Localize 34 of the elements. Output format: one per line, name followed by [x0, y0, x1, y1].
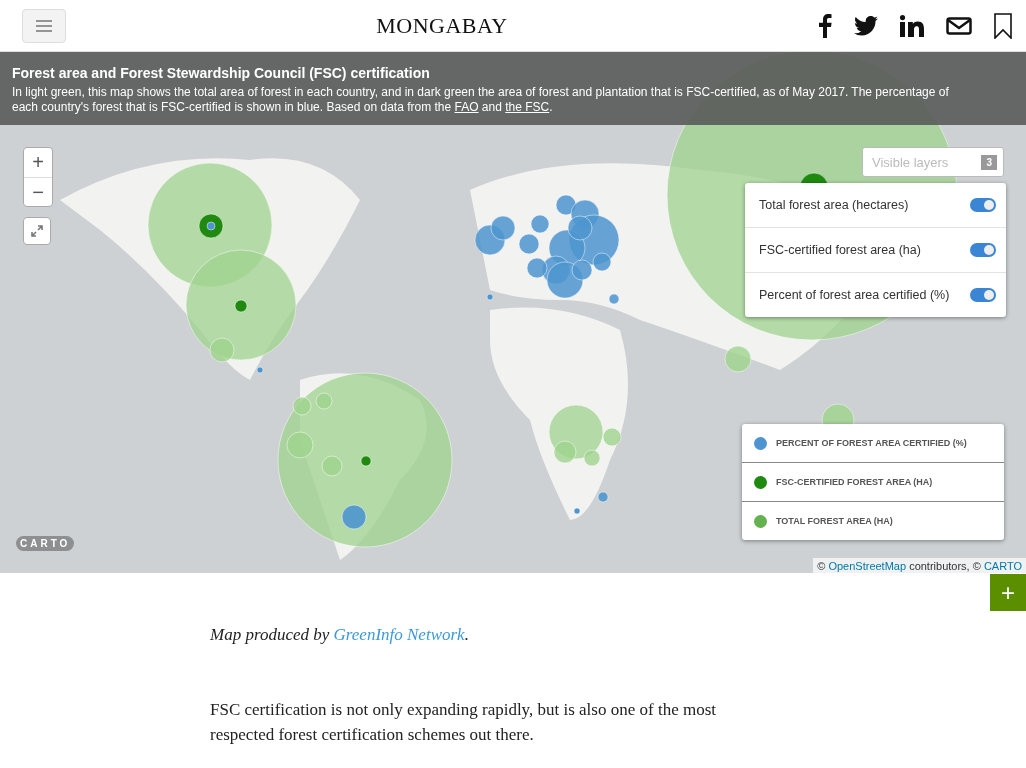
carto-link[interactable]: CARTO [983, 560, 1022, 572]
bird-icon[interactable] [854, 15, 878, 36]
map-attribution: © OpenStreetMap contributors, © CARTO [813, 558, 1026, 573]
greeninfo-link[interactable]: GreenInfo Network [333, 625, 465, 644]
mail-icon[interactable] [946, 16, 972, 35]
layer-label: Percent of forest area certified (%) [759, 288, 950, 302]
zoom-out-button[interactable]: − [24, 177, 52, 206]
layer-count: 3 [981, 154, 997, 170]
menu-icon [36, 19, 52, 32]
menu-button[interactable] [22, 8, 66, 43]
toggle-switch[interactable] [970, 243, 996, 257]
carto-logo: CARTO [16, 536, 75, 551]
openstreetmap-link[interactable]: OpenStreetMap [828, 560, 907, 572]
toggle-switch[interactable] [970, 198, 996, 212]
article-paragraph: FSC certification is not only expanding rapidly, but is also one of the most respected forest certification schemes out there. [210, 699, 717, 746]
facebook-icon[interactable] [818, 13, 832, 38]
layer-select-placeholder: Visible layers [872, 154, 949, 170]
legend-label: FSC-CERTIFIED FOREST AREA (HA) [776, 477, 933, 487]
map-title: Forest area and Forest Stewardship Council (FSC) certification [12, 65, 431, 81]
fullscreen-button[interactable] [23, 217, 51, 245]
linkedin-icon[interactable] [900, 14, 924, 37]
site-logo[interactable]: MONGABAY [66, 12, 818, 39]
bookmark-icon[interactable] [994, 12, 1012, 39]
legend-label: TOTAL FOREST AREA (HA) [776, 516, 893, 526]
zoom-in-button[interactable]: + [24, 148, 52, 177]
map-description: In light green, this map shows the total area of forest in each country, and in dark green the area of forest and plantation that is FSC-certified, as of May 2017. The percentage of each country's forest that is FSC-certified is shown in blue. Based on data from the FAO and the FSC. [12, 85, 950, 115]
layer-label: Total forest area (hectares) [759, 198, 909, 212]
map-credit: Map produced by GreenInfo Network. [210, 625, 470, 645]
expand-icon [31, 225, 43, 237]
toggle-switch[interactable] [970, 288, 996, 302]
fao-link[interactable]: FAO [454, 100, 479, 114]
layer-label: FSC-certified forest area (ha) [759, 243, 921, 257]
add-button[interactable]: + [990, 574, 1026, 611]
legend-label: PERCENT OF FOREST AREA CERTIFIED (%) [776, 438, 967, 448]
